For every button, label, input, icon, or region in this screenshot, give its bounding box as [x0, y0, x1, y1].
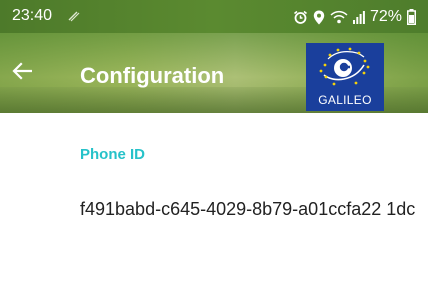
battery-percent: 72%	[369, 8, 402, 25]
location-icon	[313, 10, 325, 25]
nfc-icon	[66, 9, 80, 23]
phone-id-label: Phone ID	[80, 146, 146, 163]
galileo-logo-text: GALILEO	[318, 93, 372, 107]
wifi-icon	[330, 10, 348, 24]
arrow-left-icon	[12, 62, 32, 80]
signal-icon	[352, 10, 365, 24]
status-icons: 72%	[293, 7, 416, 27]
galileo-logo: GALILEO	[306, 43, 384, 111]
page-title: Configuration	[80, 63, 225, 88]
alarm-icon	[293, 10, 308, 25]
battery-icon	[407, 9, 416, 25]
app-bar: Configuration GALILEO	[0, 33, 428, 113]
status-time: 23:40	[12, 7, 53, 24]
galileo-emblem-icon	[319, 47, 370, 86]
back-button[interactable]	[8, 57, 36, 85]
status-bar: 23:40 72%	[0, 0, 428, 33]
phone-id-value: f491babd-c645-4029-8b79-a01ccfa22 1dc	[80, 199, 416, 219]
